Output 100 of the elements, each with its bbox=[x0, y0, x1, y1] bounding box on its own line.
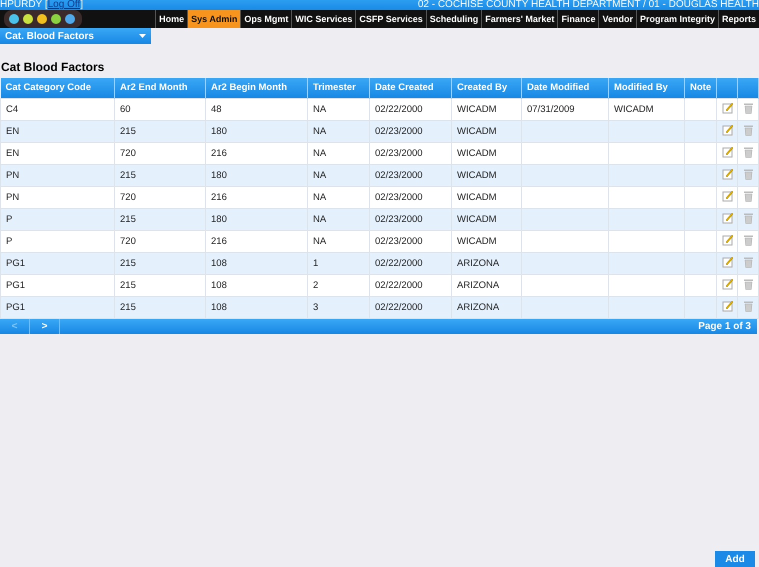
column-header[interactable]: Created By bbox=[452, 78, 522, 98]
user-text: HPURDY [Log Off] bbox=[0, 0, 84, 10]
table-cell: 02/23/2000 bbox=[370, 208, 452, 230]
nav-tab[interactable]: Program Integrity bbox=[636, 10, 718, 28]
column-header[interactable]: Date Modified bbox=[522, 78, 608, 98]
pencil-icon[interactable] bbox=[722, 278, 734, 290]
table-cell: 02/22/2000 bbox=[370, 274, 452, 296]
table-cell: P bbox=[0, 208, 114, 230]
trash-icon[interactable] bbox=[743, 212, 754, 224]
nav-tab[interactable]: Vendor bbox=[598, 10, 636, 28]
table-cell: NA bbox=[308, 164, 370, 186]
add-button[interactable]: Add bbox=[715, 551, 755, 567]
pencil-icon[interactable] bbox=[722, 212, 734, 224]
table-cell: 215 bbox=[114, 120, 206, 142]
pencil-icon[interactable] bbox=[722, 146, 734, 158]
pencil-icon[interactable] bbox=[722, 256, 734, 268]
table-cell: ARIZONA bbox=[452, 296, 522, 318]
pencil-icon[interactable] bbox=[722, 300, 734, 312]
column-header[interactable]: Trimester bbox=[308, 78, 370, 98]
table-cell: EN bbox=[0, 120, 114, 142]
caret-icon bbox=[139, 34, 146, 38]
table-cell: 180 bbox=[206, 120, 308, 142]
trash-icon[interactable] bbox=[743, 124, 754, 136]
nav-tab[interactable]: Ops Mgmt bbox=[240, 10, 292, 28]
table-cell: PG1 bbox=[0, 252, 114, 274]
table-cell: 180 bbox=[206, 164, 308, 186]
table-cell: 02/23/2000 bbox=[370, 142, 452, 164]
pencil-icon[interactable] bbox=[722, 168, 734, 180]
trash-icon[interactable] bbox=[743, 300, 754, 312]
column-header[interactable]: Ar2 Begin Month bbox=[206, 78, 308, 98]
table-cell: 07/31/2009 bbox=[522, 98, 608, 120]
nav-tab[interactable]: Scheduling bbox=[426, 10, 482, 28]
table-cell: C4 bbox=[0, 98, 114, 120]
table-cell: 108 bbox=[206, 274, 308, 296]
trash-icon[interactable] bbox=[743, 102, 754, 114]
table-cell: WICADM bbox=[452, 186, 522, 208]
trash-icon[interactable] bbox=[743, 234, 754, 246]
table-cell: EN bbox=[0, 142, 114, 164]
table-cell: 1 bbox=[308, 252, 370, 274]
table-cell: ARIZONA bbox=[452, 274, 522, 296]
table-cell: PN bbox=[0, 164, 114, 186]
table-cell: PG1 bbox=[0, 296, 114, 318]
page-info: Page 1 of 3 bbox=[698, 320, 751, 332]
trash-icon[interactable] bbox=[743, 168, 754, 180]
table-cell: 60 bbox=[114, 98, 206, 120]
table-cell: 216 bbox=[206, 142, 308, 164]
table-cell: 215 bbox=[114, 164, 206, 186]
table-cell: NA bbox=[308, 186, 370, 208]
page-title: Cat Blood Factors bbox=[1, 60, 106, 74]
trash-icon[interactable] bbox=[743, 256, 754, 268]
table-cell: 02/22/2000 bbox=[370, 98, 452, 120]
table-cell: 216 bbox=[206, 230, 308, 252]
column-header[interactable]: Ar2 End Month bbox=[114, 78, 206, 98]
table-cell: 02/22/2000 bbox=[370, 252, 452, 274]
nav-tab[interactable]: Finance bbox=[557, 10, 598, 28]
column-header[interactable]: Note bbox=[684, 78, 716, 98]
pencil-icon[interactable] bbox=[722, 124, 734, 136]
table-cell: 180 bbox=[206, 208, 308, 230]
column-header[interactable]: Cat Category Code bbox=[0, 78, 114, 98]
table-cell: NA bbox=[308, 120, 370, 142]
trash-icon[interactable] bbox=[743, 278, 754, 290]
logout-link[interactable]: Log Off bbox=[48, 0, 80, 10]
table-cell: NA bbox=[308, 230, 370, 252]
nav-tab[interactable]: Sys Admin bbox=[187, 10, 240, 28]
table-cell: 2 bbox=[308, 274, 370, 296]
table-cell: 215 bbox=[114, 208, 206, 230]
table-cell: PN bbox=[0, 186, 114, 208]
pencil-icon[interactable] bbox=[722, 102, 734, 114]
column-header[interactable]: Modified By bbox=[608, 78, 684, 98]
table-cell: ARIZONA bbox=[452, 252, 522, 274]
table-cell: 215 bbox=[114, 296, 206, 318]
table-cell: 02/22/2000 bbox=[370, 296, 452, 318]
table-cell: NA bbox=[308, 208, 370, 230]
page-select[interactable]: Cat. Blood Factors bbox=[0, 28, 151, 44]
table-cell: 48 bbox=[206, 98, 308, 120]
pencil-icon[interactable] bbox=[722, 190, 734, 202]
trash-icon[interactable] bbox=[743, 146, 754, 158]
trash-icon[interactable] bbox=[743, 190, 754, 202]
table-cell: P bbox=[0, 230, 114, 252]
table-cell: 02/23/2000 bbox=[370, 186, 452, 208]
table-cell: 02/23/2000 bbox=[370, 120, 452, 142]
table-cell: 216 bbox=[206, 186, 308, 208]
table-cell: NA bbox=[308, 142, 370, 164]
table-cell: WICADM bbox=[452, 98, 522, 120]
table-cell: 3 bbox=[308, 296, 370, 318]
table-cell: WICADM bbox=[452, 164, 522, 186]
table-cell: 215 bbox=[114, 252, 206, 274]
nav-tab[interactable]: Farmers' Market bbox=[481, 10, 558, 28]
pencil-icon[interactable] bbox=[722, 234, 734, 246]
column-header[interactable]: Date Created bbox=[370, 78, 452, 98]
table-cell: 720 bbox=[114, 142, 206, 164]
table-cell: WICADM bbox=[452, 142, 522, 164]
nav-tab[interactable]: WIC Services bbox=[291, 10, 356, 28]
nav-tab[interactable]: Reports bbox=[718, 10, 759, 28]
table-cell: 720 bbox=[114, 230, 206, 252]
table-cell: 108 bbox=[206, 252, 308, 274]
next-page-button[interactable]: > bbox=[30, 318, 60, 334]
table-cell: WICADM bbox=[452, 230, 522, 252]
table-cell: 720 bbox=[114, 186, 206, 208]
table-cell: 02/23/2000 bbox=[370, 164, 452, 186]
